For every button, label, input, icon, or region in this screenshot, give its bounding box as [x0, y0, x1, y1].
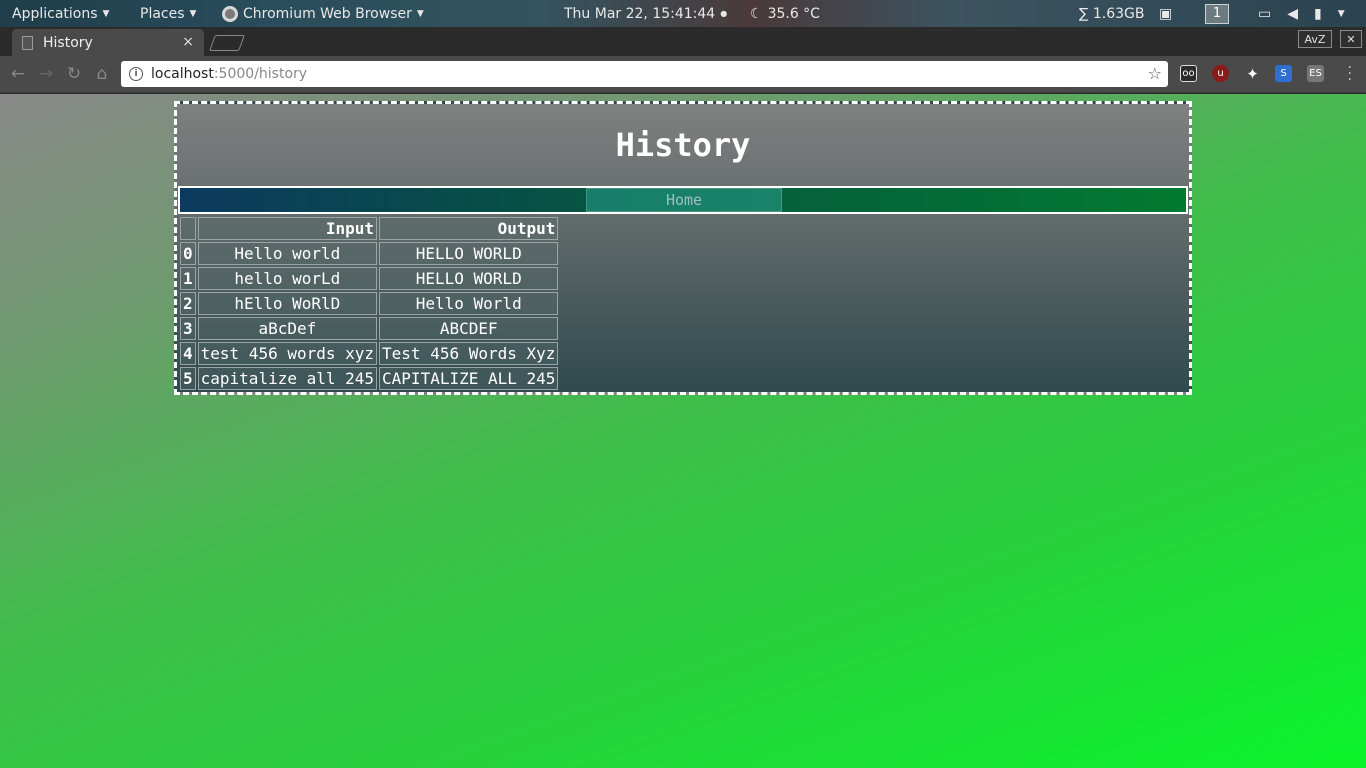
row-input: aBcDef [197, 317, 378, 340]
active-app-label: Chromium Web Browser [243, 5, 412, 22]
history-table: Input Output 0 Hello world HELLO WORLD 1… [178, 215, 560, 392]
navbar: Home [178, 186, 1188, 214]
url-host: localhost [151, 66, 214, 82]
page-viewport: History Home Input Output 0 Hello world … [0, 94, 1366, 768]
menu-icon[interactable]: · · · [1348, 61, 1352, 87]
table-row: 5 capitalize all 245 CAPITALIZE ALL 245 [180, 367, 559, 390]
row-index: 2 [180, 292, 196, 315]
row-index: 3 [180, 317, 196, 340]
new-tab-button[interactable] [209, 35, 245, 51]
ghostery-icon[interactable]: oo [1180, 65, 1197, 82]
table-row: 2 hEllo WoRlD Hello World [180, 292, 559, 315]
tab-history[interactable]: History × [12, 29, 204, 56]
weather[interactable]: ☾ 35.6 °C [750, 0, 820, 27]
row-index: 1 [180, 267, 196, 290]
system-menu-caret-icon: ▼ [1337, 8, 1345, 19]
caret-down-icon: ▼ [416, 8, 424, 19]
screenshot-icon[interactable]: ▣ [1159, 0, 1172, 27]
s-extension-icon[interactable]: S [1275, 65, 1292, 82]
input-header: Input [197, 217, 378, 240]
reload-icon[interactable]: ↻ [64, 63, 84, 85]
caret-down-icon: ▼ [189, 8, 197, 19]
row-index: 4 [180, 342, 196, 365]
address-bar[interactable]: i localhost :5000/history ☆ [121, 61, 1168, 87]
nav-home-link[interactable]: Home [586, 188, 782, 212]
table-header-row: Input Output [180, 217, 559, 240]
forward-icon[interactable]: → [36, 63, 56, 85]
memory-monitor[interactable]: ∑ 1.63GB [1079, 0, 1145, 27]
table-row: 3 aBcDef ABCDEF [180, 317, 559, 340]
output-header: Output [379, 217, 559, 240]
table-row: 1 hello worLd HELLO WORLD [180, 267, 559, 290]
row-output: Hello World [379, 292, 559, 315]
ublock-icon[interactable]: u [1212, 65, 1229, 82]
row-output: CAPITALIZE ALL 245 [379, 367, 559, 390]
workspace-indicator[interactable]: 1 [1205, 0, 1229, 27]
clock[interactable]: Thu Mar 22, 15:41:44 ● [564, 0, 727, 27]
battery-icon: ▮ [1314, 5, 1322, 22]
close-tab-icon[interactable]: × [182, 34, 194, 50]
tab-strip: History × AvZ ✕ [0, 27, 1366, 56]
row-input: hello worLd [197, 267, 378, 290]
row-output: HELLO WORLD [379, 242, 559, 265]
url-path: :5000/history [213, 66, 308, 82]
row-index: 5 [180, 367, 196, 390]
row-index: 0 [180, 242, 196, 265]
top-panel: Applications ▼ Places ▼ Chromium Web Bro… [0, 0, 1366, 27]
history-container: History Home Input Output 0 Hello world … [174, 101, 1192, 395]
row-output: ABCDEF [379, 317, 559, 340]
caret-down-icon: ▼ [102, 8, 110, 19]
es-extension-icon[interactable]: ES [1307, 65, 1324, 82]
row-output: HELLO WORLD [379, 267, 559, 290]
status-area[interactable]: ▭ ◀ ▮ ▼ [1258, 0, 1345, 27]
avz-button[interactable]: AvZ [1298, 30, 1332, 48]
workspace-number: 1 [1205, 3, 1229, 24]
applications-menu[interactable]: Applications ▼ [12, 0, 109, 27]
row-input: capitalize all 245 [197, 367, 378, 390]
close-window-icon[interactable]: ✕ [1340, 30, 1362, 48]
back-icon[interactable]: ← [8, 63, 28, 85]
browser-toolbar: ← → ↻ ⌂ i localhost :5000/history ☆ oo u… [0, 56, 1366, 93]
chromium-icon [222, 5, 238, 22]
active-app-menu[interactable]: Chromium Web Browser ▼ [222, 0, 424, 27]
page-title: History [615, 126, 751, 164]
volume-icon: ◀ [1287, 5, 1299, 22]
tab-title: History [43, 34, 93, 51]
applications-label: Applications [12, 5, 98, 22]
temperature-label: 35.6 °C [767, 5, 820, 22]
memory-label: ∑ 1.63GB [1079, 5, 1145, 22]
row-output: Test 456 Words Xyz [379, 342, 559, 365]
home-icon[interactable]: ⌂ [92, 63, 112, 85]
places-menu[interactable]: Places ▼ [140, 0, 196, 27]
weather-icon: ☾ [750, 5, 763, 22]
display-icon: ▭ [1258, 5, 1272, 22]
bookmark-star-icon[interactable]: ☆ [1148, 64, 1162, 83]
info-icon[interactable]: i [129, 67, 143, 81]
notification-dot-icon: ● [720, 9, 728, 18]
places-label: Places [140, 5, 185, 22]
page-icon [22, 35, 33, 50]
table-row: 0 Hello world HELLO WORLD [180, 242, 559, 265]
row-input: Hello world [197, 242, 378, 265]
row-input: hEllo WoRlD [197, 292, 378, 315]
index-header [180, 217, 196, 240]
clock-label: Thu Mar 22, 15:41:44 [564, 5, 716, 22]
row-input: test 456 words xyz [197, 342, 378, 365]
gnome-icon[interactable]: ✦ [1244, 65, 1261, 83]
table-row: 4 test 456 words xyz Test 456 Words Xyz [180, 342, 559, 365]
